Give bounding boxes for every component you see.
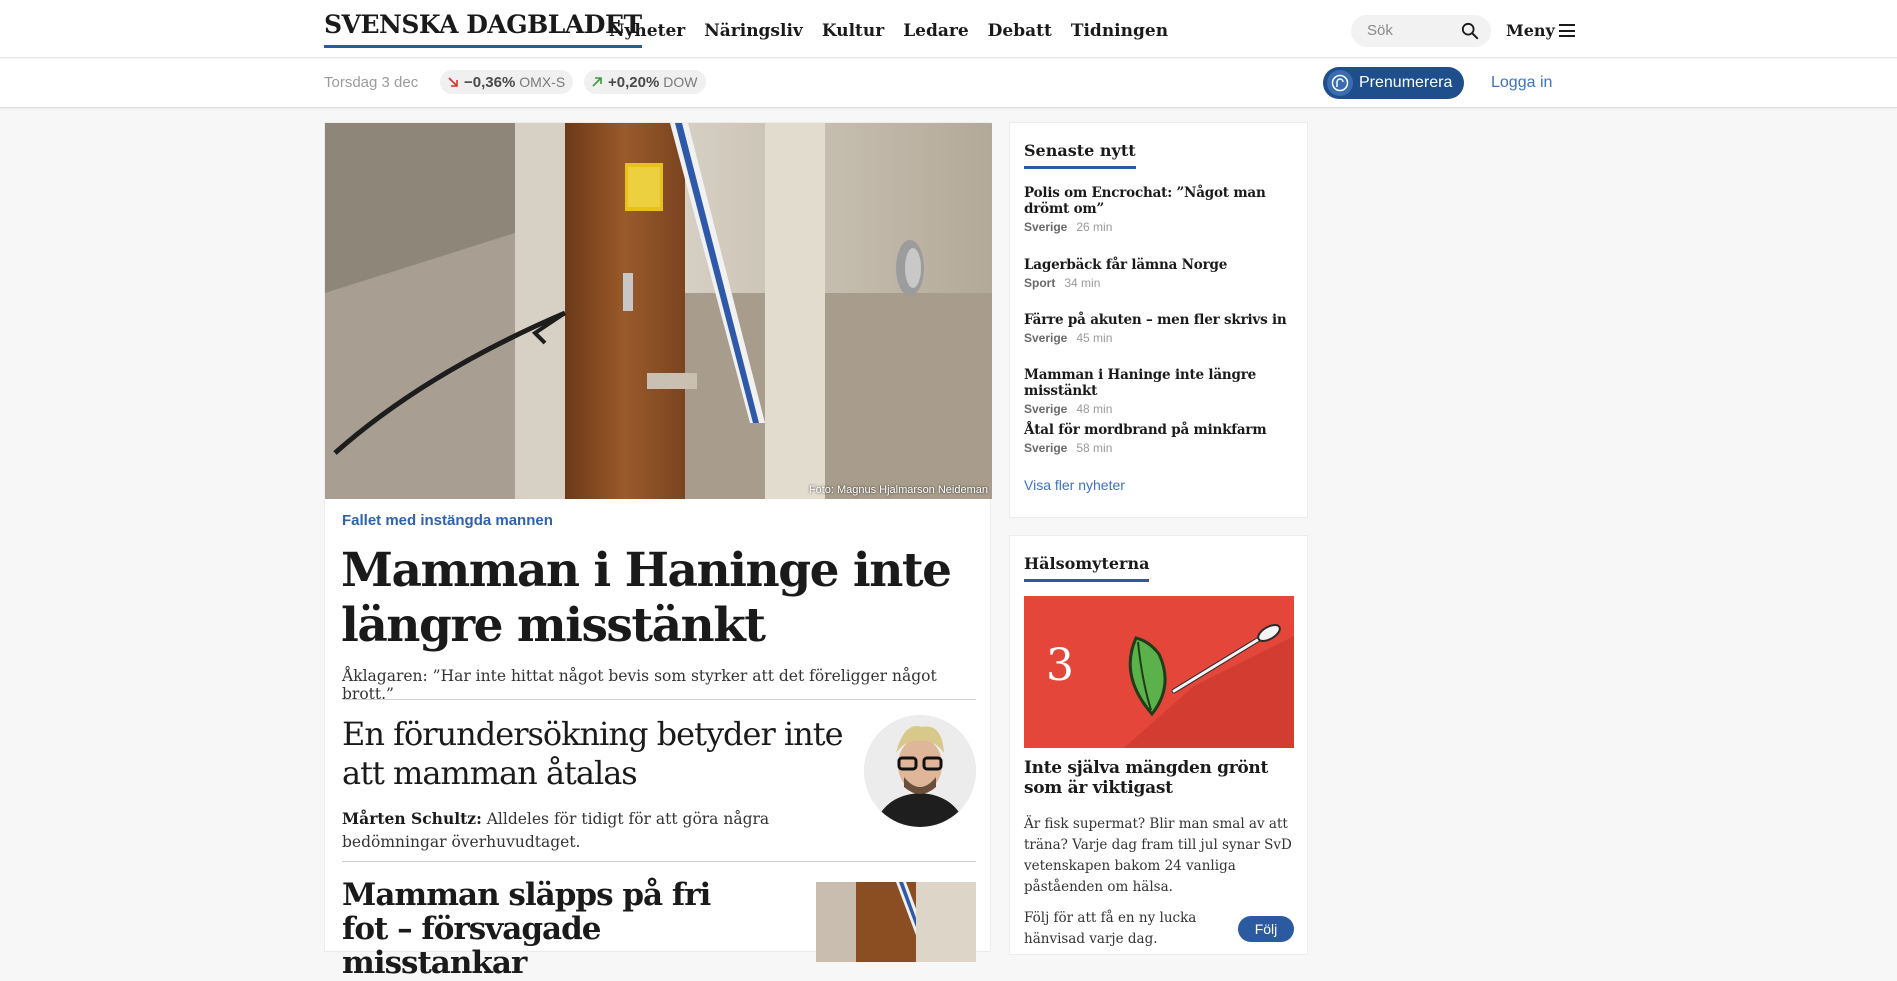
health-myths-card: Hälsomyterna 3 Inte själva mängden grönt… xyxy=(1009,535,1308,955)
latest-news-card: Senaste nytt Polis om Encrochat: ”Något … xyxy=(1009,122,1308,518)
ticker-name: DOW xyxy=(663,74,698,90)
nav-item-naringsliv[interactable]: Näringsliv xyxy=(704,21,803,41)
news-item-meta: Sverige 26 min xyxy=(1024,220,1300,234)
hamburger-icon xyxy=(1558,24,1575,37)
site-header: SVENSKA DAGBLADET Nyheter Näringsliv Kul… xyxy=(0,0,1897,58)
news-item-meta: Sverige 48 min xyxy=(1024,402,1300,416)
news-item[interactable]: Lagerbäck får lämna Norge Sport 34 min xyxy=(1024,257,1300,290)
promo-text: Är fisk supermat? Blir man smal av att t… xyxy=(1024,816,1292,895)
search-input[interactable] xyxy=(1367,22,1457,39)
news-item[interactable]: Polis om Encrochat: ”Något man drömt om”… xyxy=(1024,185,1300,234)
subscribe-icon xyxy=(1327,70,1353,96)
news-item-category: Sport xyxy=(1024,276,1056,290)
news-item-meta: Sverige 58 min xyxy=(1024,441,1300,455)
news-item-meta: Sverige 45 min xyxy=(1024,331,1300,345)
news-item-time: 34 min xyxy=(1064,276,1101,290)
menu-button[interactable]: Meny xyxy=(1506,21,1575,40)
opinion-headline[interactable]: En förundersökning betyder inte att mamm… xyxy=(342,715,862,793)
divider xyxy=(342,861,976,862)
health-myths-title: Hälsomyterna xyxy=(1024,554,1150,582)
ticker-value: −0,36% xyxy=(464,73,516,91)
nav-item-debatt[interactable]: Debatt xyxy=(988,21,1052,41)
promo-title[interactable]: Inte själva mängden grönt som är viktiga… xyxy=(1024,758,1299,798)
news-item-category: Sverige xyxy=(1024,331,1068,345)
current-date: Torsdag 3 dec xyxy=(324,74,419,91)
related-thumbnail-image xyxy=(816,882,976,962)
divider xyxy=(342,699,976,700)
login-link[interactable]: Logga in xyxy=(1491,74,1552,92)
news-item-time: 45 min xyxy=(1076,331,1113,345)
news-item[interactable]: Mamman i Haninge inte längre misstänkt S… xyxy=(1024,367,1300,416)
main-article-card: Foto: Magnus Hjalmarson Neideman Fallet … xyxy=(324,122,992,980)
article-kicker[interactable]: Fallet med instängda mannen xyxy=(342,512,553,529)
news-item-meta: Sport 34 min xyxy=(1024,276,1300,290)
opinion-lead: Mårten Schultz: Alldeles för tidigt för … xyxy=(342,807,862,854)
nav-item-nyheter[interactable]: Nyheter xyxy=(609,21,685,41)
hallway-door-illustration xyxy=(325,123,992,499)
opinion-author: Mårten Schultz: xyxy=(342,809,482,828)
search-icon[interactable] xyxy=(1461,22,1479,40)
news-item-title[interactable]: Mamman i Haninge inte längre misstänkt xyxy=(1024,367,1300,399)
news-item-title[interactable]: Åtal för mordbrand på minkfarm xyxy=(1024,422,1300,438)
news-item-title[interactable]: Färre på akuten – men fler skrivs in xyxy=(1024,312,1300,328)
ticker-omxs[interactable]: −0,36% OMX-S xyxy=(440,70,574,94)
related-headline[interactable]: Mamman släpps på fri fot – försvagade mi… xyxy=(342,878,762,980)
author-portrait xyxy=(864,715,976,827)
menu-label: Meny xyxy=(1506,21,1555,40)
article-headline[interactable]: Mamman i Haninge inte längre misstänkt xyxy=(341,543,961,653)
follow-button[interactable]: Följ xyxy=(1238,916,1294,942)
news-item-title[interactable]: Polis om Encrochat: ”Något man drömt om” xyxy=(1024,185,1300,217)
more-news-link[interactable]: Visa fler nyheter xyxy=(1024,477,1125,493)
related-thumbnail[interactable] xyxy=(816,882,976,962)
news-item-time: 58 min xyxy=(1076,441,1113,455)
news-item-category: Sverige xyxy=(1024,402,1068,416)
ticker-name: OMX-S xyxy=(519,74,566,90)
nav-item-kultur[interactable]: Kultur xyxy=(822,21,884,41)
promo-number: 3 xyxy=(1046,640,1074,691)
follow-text: Följ för att få en ny lucka hänvisad var… xyxy=(1024,910,1197,947)
site-logo[interactable]: SVENSKA DAGBLADET xyxy=(324,10,642,48)
sub-header: Torsdag 3 dec −0,36% OMX-S +0,20% DOW Pr… xyxy=(0,59,1897,108)
main-nav: Nyheter Näringsliv Kultur Ledare Debatt … xyxy=(609,21,1168,41)
news-item[interactable]: Åtal för mordbrand på minkfarm Sverige 58… xyxy=(1024,422,1300,455)
news-item[interactable]: Färre på akuten – men fler skrivs in Sve… xyxy=(1024,312,1300,345)
ticker-dow[interactable]: +0,20% DOW xyxy=(584,70,706,94)
ticker-value: +0,20% xyxy=(608,73,660,91)
nav-item-ledare[interactable]: Ledare xyxy=(903,21,968,41)
nav-item-tidningen[interactable]: Tidningen xyxy=(1071,21,1168,41)
latest-news-title: Senaste nytt xyxy=(1024,141,1136,169)
news-item-title[interactable]: Lagerbäck får lämna Norge xyxy=(1024,257,1300,273)
arrow-down-right-icon xyxy=(448,77,458,87)
subscribe-button[interactable]: Prenumerera xyxy=(1323,67,1465,99)
news-item-time: 48 min xyxy=(1076,402,1113,416)
news-item-category: Sverige xyxy=(1024,220,1068,234)
search-box[interactable] xyxy=(1351,15,1491,47)
promo-image[interactable]: 3 xyxy=(1024,596,1294,748)
arrow-up-right-icon xyxy=(592,77,602,87)
article-lead: Åklagaren: ”Har inte hittat något bevis … xyxy=(342,667,937,703)
hero-image[interactable]: Foto: Magnus Hjalmarson Neideman xyxy=(325,123,992,499)
author-avatar[interactable] xyxy=(864,715,976,827)
news-item-time: 26 min xyxy=(1076,220,1113,234)
news-item-category: Sverige xyxy=(1024,441,1068,455)
photo-credit: Foto: Magnus Hjalmarson Neideman xyxy=(808,484,988,496)
subscribe-label: Prenumerera xyxy=(1359,74,1453,91)
